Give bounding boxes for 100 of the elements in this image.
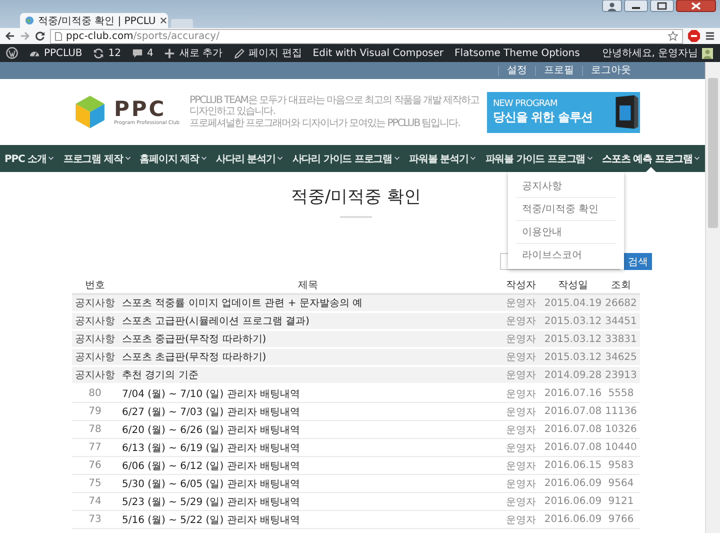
table-cell-text: 9121 [607, 496, 635, 507]
maximize-icon[interactable] [650, 0, 674, 12]
nav-item[interactable]: 사다리 분석기 [216, 145, 284, 172]
table-cell-text: 운영자 [505, 369, 537, 382]
top-link[interactable]: 프로필 [535, 66, 582, 76]
admin-bar-link[interactable]: PPCLUB [29, 48, 82, 58]
table-cell-text: 공지사항 [74, 369, 116, 382]
nav-item[interactable]: 파워볼 가이드 프로그램 [485, 145, 594, 172]
banner-kicker: NEW PROGRAM [493, 98, 558, 108]
admin-bar-link[interactable]: 4 [132, 48, 154, 58]
column-header: 작성일 [557, 278, 589, 292]
dropdown-item[interactable]: 라이브스코어 [516, 244, 616, 266]
column-header: 작성자 [505, 278, 537, 292]
back-icon[interactable] [5, 31, 15, 41]
table-cell-text: 운영자 [505, 406, 537, 418]
admin-bar-link[interactable]: 12 [93, 48, 122, 58]
chevron-down-icon [587, 156, 594, 161]
user-icon [602, 0, 622, 12]
table-cell-text: 11136 [604, 406, 638, 417]
table-cell-text: 공지사항 [74, 333, 116, 346]
table-cell-text: 26682 [604, 298, 638, 308]
menu-icon[interactable] [705, 31, 715, 41]
table-cell[interactable]: 5/23 (월) ~ 5/29 (일) 관리자 배팅내역 [118, 494, 498, 508]
table-cell[interactable]: 스포츠 초급판(무작정 따라하기) [118, 350, 498, 364]
table-cell[interactable]: 6/06 (월) ~ 6/12 (일) 관리자 배팅내역 [118, 458, 498, 472]
table-cell-text: 34625 [604, 352, 638, 362]
table-cell[interactable]: 6/13 (월) ~ 6/19 (일) 관리자 배팅내역 [118, 440, 498, 454]
close-icon[interactable] [676, 0, 716, 12]
nav-item[interactable]: 스포츠 예측 프로그램 [602, 145, 700, 172]
reload-icon[interactable] [35, 31, 45, 41]
table-cell: 2016.07.08 [544, 406, 602, 417]
table-cell: 2016.07.08 [544, 442, 602, 453]
globe-icon [25, 16, 34, 25]
table-cell: 2015.03.12 [544, 334, 602, 344]
table-cell-text: 운영자 [505, 351, 537, 364]
table-cell[interactable]: 6/27 (월) ~ 7/03 (일) 관리자 배팅내역 [118, 404, 498, 418]
nav-item[interactable]: 프로그램 제작 [63, 145, 131, 172]
table-cell-text: 75 [88, 478, 102, 489]
table-cell[interactable]: 스포츠 적중률 이미지 업데이트 관련 + 문자발송의 예 [118, 296, 498, 310]
table-cell-text: 77 [88, 442, 102, 453]
nav-item[interactable]: PPC 소개 [4, 145, 54, 172]
table-cell-text: 78 [88, 424, 102, 435]
admin-bar-link[interactable]: 페이지 편집 [234, 46, 302, 60]
table-cell-text: 운영자 [505, 333, 537, 346]
table-cell-text: 운영자 [505, 297, 537, 310]
chevron-down-icon [48, 156, 54, 161]
page-icon [55, 32, 62, 40]
title-underline [340, 216, 372, 218]
table-cell-text: 운영자 [505, 478, 537, 490]
table-cell[interactable]: 5/30 (월) ~ 6/05 (일) 관리자 배팅내역 [118, 476, 498, 490]
star-icon[interactable] [668, 31, 678, 41]
table-cell-text: 79 [88, 406, 102, 417]
table-cell-text: 23913 [604, 370, 638, 380]
admin-bar-link[interactable]: 새로 추가 [164, 46, 223, 60]
nav-item[interactable]: 사다리 가이드 프로그램 [292, 145, 400, 172]
scrollbar[interactable] [705, 62, 720, 533]
table-cell-text: 33831 [604, 334, 638, 344]
table-cell[interactable]: 6/20 (월) ~ 6/26 (일) 관리자 배팅내역 [118, 422, 498, 436]
column-header: 번호 [84, 278, 106, 292]
top-link[interactable]: 설정 [498, 66, 535, 76]
minimize-icon[interactable] [624, 0, 648, 12]
greeting-link[interactable]: 안녕하세요, 운영자님 [602, 46, 714, 60]
chevron-down-icon [277, 156, 284, 161]
nav-item[interactable]: 파워볼 분석기 [409, 145, 476, 172]
table-cell[interactable]: 추천 경기의 기준 [118, 368, 498, 382]
comment-icon [132, 48, 144, 58]
table-cell: 2015.03.12 [544, 352, 602, 362]
table-cell-text: 9564 [607, 478, 635, 489]
table-cell: 2015.03.12 [544, 316, 602, 326]
browser-tab[interactable]: 적중/미적중 확인 | PPCLU [20, 13, 168, 28]
chevron-down-icon [394, 156, 400, 161]
table-cell[interactable]: 스포츠 중급판(무작정 따라하기) [118, 332, 498, 346]
dropdown-item[interactable]: 적중/미적중 확인 [516, 198, 616, 221]
search-button[interactable]: 검색 [624, 253, 652, 270]
admin-bar-link[interactable]: Flatsome Theme Options [454, 48, 580, 58]
logo-text: PPC [114, 98, 168, 120]
url-text: ppc-club.com/sports/accuracy/ [66, 30, 220, 42]
wordpress-logo-icon[interactable] [6, 47, 18, 59]
nav-item[interactable]: 홈페이지 제작 [140, 145, 207, 172]
table-cell[interactable]: 스포츠 고급판(시뮬레이션 프로그램 결과) [118, 314, 498, 328]
address-bar[interactable]: ppc-club.com/sports/accuracy/ [50, 28, 683, 44]
table-cell-text: 80 [88, 388, 102, 399]
table-cell[interactable]: 5/16 (월) ~ 5/22 (일) 관리자 배팅내역 [118, 512, 498, 526]
table-cell-text: 운영자 [505, 424, 537, 436]
table-cell-text: 운영자 [505, 315, 537, 328]
table-cell: 2016.07.08 [544, 424, 602, 435]
admin-bar-link[interactable]: Edit with Visual Composer [312, 48, 444, 58]
tagline-text: 프로페셔널한 프로그래머와 디자이너가 모여있는 PPCLUB 팀입니다. [190, 118, 461, 129]
table-cell-text: 운영자 [505, 388, 537, 400]
dropdown-item[interactable]: 공지사항 [516, 175, 616, 198]
stop-sign-icon[interactable] [688, 30, 700, 42]
top-link[interactable]: 로그아웃 [582, 66, 639, 76]
table-cell[interactable]: 7/04 (월) ~ 7/10 (일) 관리자 배팅내역 [118, 386, 498, 400]
dropdown-item[interactable]: 이용안내 [516, 221, 616, 244]
close-icon[interactable] [160, 17, 167, 24]
table-cell: 2016.06.09 [544, 514, 602, 525]
table-cell-text: 5558 [607, 388, 635, 399]
table-cell-text: 공지사항 [74, 351, 116, 364]
table-cell-text: 공지사항 [74, 315, 116, 328]
table-cell-text: 운영자 [505, 514, 537, 526]
